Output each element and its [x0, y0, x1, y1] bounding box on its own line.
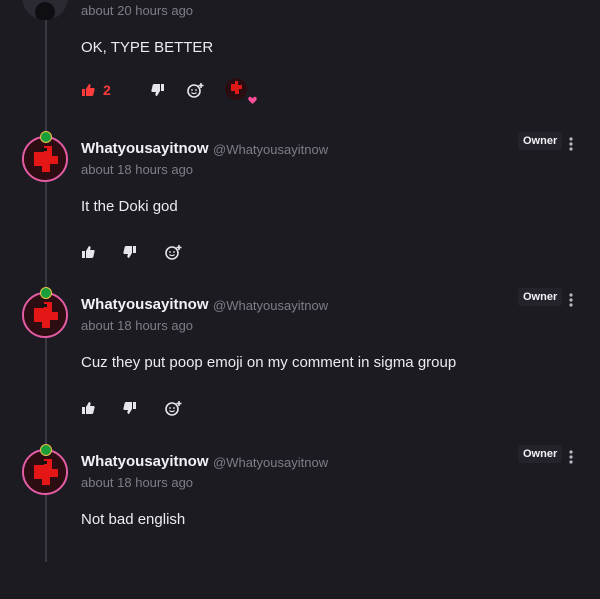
thumbs-up-icon — [81, 401, 95, 415]
username[interactable]: Whatyousayitnow — [81, 140, 209, 157]
user-handle: @Whatyousayitnow — [213, 455, 329, 470]
comment-timestamp: about 18 hours ago — [81, 162, 194, 177]
like-button[interactable] — [81, 245, 123, 259]
add-reaction-icon — [187, 82, 205, 98]
avatar[interactable] — [22, 0, 68, 20]
thumbs-up-icon — [81, 245, 95, 259]
username[interactable]: Whatyousayitnow — [81, 453, 209, 470]
username[interactable]: Whatyousayitnow — [81, 296, 209, 313]
custom-emoji-icon — [223, 78, 251, 102]
dislike-button[interactable] — [123, 245, 165, 259]
thumbs-down-icon — [123, 245, 137, 259]
comment-timestamp: about 18 hours ago — [81, 475, 194, 490]
reaction-chip[interactable] — [205, 78, 257, 104]
owner-badge: Owner — [518, 445, 563, 463]
kebab-menu-icon — [567, 292, 575, 308]
avatar-decoration-icon — [40, 131, 52, 143]
like-button[interactable]: 2 — [81, 82, 127, 98]
heart-icon — [248, 96, 257, 104]
owner-badge: Owner — [518, 132, 563, 150]
add-reaction-button[interactable] — [165, 82, 205, 98]
more-options-button[interactable] — [567, 292, 575, 308]
avatar-decoration-icon — [40, 287, 52, 299]
top-comment-timestamp: about 20 hours ago — [81, 3, 194, 18]
comment: Whatyousayitnow @Whatyousayitnow about 1… — [0, 131, 600, 286]
user-handle: @Whatyousayitnow — [213, 142, 329, 157]
like-count: 2 — [103, 82, 111, 98]
add-reaction-button[interactable] — [165, 244, 207, 260]
top-comment-actions: 2 — [81, 78, 257, 104]
avatar-decoration-icon — [40, 444, 52, 456]
user-handle: @Whatyousayitnow — [213, 298, 329, 313]
top-comment-text: OK, TYPE BETTER — [81, 39, 214, 56]
more-options-button[interactable] — [567, 136, 575, 152]
add-reaction-icon — [165, 244, 183, 260]
comment: Whatyousayitnow @Whatyousayitnow about 1… — [0, 287, 600, 442]
dislike-button[interactable] — [123, 401, 165, 415]
kebab-menu-icon — [567, 136, 575, 152]
add-reaction-button[interactable] — [165, 400, 207, 416]
comment-timestamp: about 18 hours ago — [81, 318, 194, 333]
more-options-button[interactable] — [567, 449, 575, 465]
comment-text: It the Doki god — [81, 198, 178, 215]
comment-actions — [81, 396, 207, 420]
like-button[interactable] — [81, 401, 123, 415]
comment-actions — [81, 240, 207, 264]
comment: Whatyousayitnow @Whatyousayitnow about 1… — [0, 444, 600, 599]
comment-text: Not bad english — [81, 511, 186, 528]
kebab-menu-icon — [567, 449, 575, 465]
dislike-button[interactable] — [127, 83, 165, 97]
thumbs-down-icon — [151, 83, 165, 97]
owner-badge: Owner — [518, 288, 563, 306]
comment-text: Cuz they put poop emoji on my comment in… — [81, 354, 457, 371]
thumbs-up-icon — [81, 83, 95, 97]
add-reaction-icon — [165, 400, 183, 416]
thumbs-down-icon — [123, 401, 137, 415]
